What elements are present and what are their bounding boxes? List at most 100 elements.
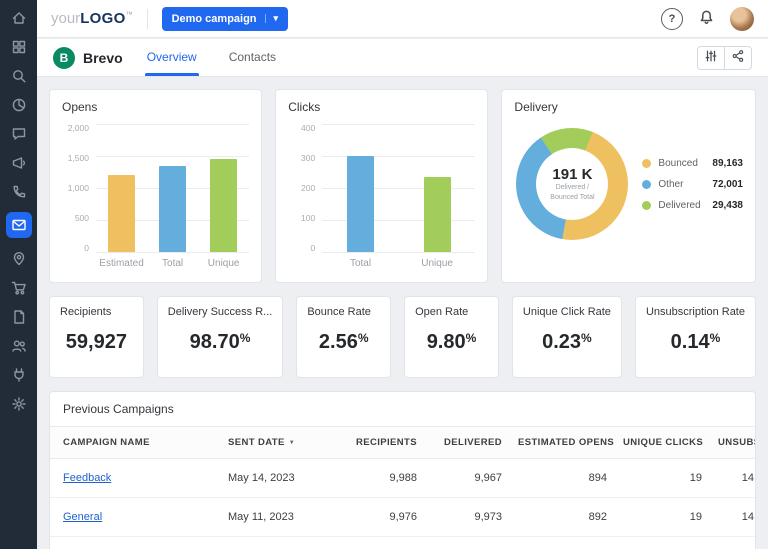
sidebar-item-integrations[interactable] — [6, 366, 32, 383]
sidebar-item-calls[interactable] — [6, 183, 32, 200]
bell-icon — [698, 9, 715, 29]
opens-y-axis: 2,0001,5001,0005000 — [62, 124, 96, 252]
sidebar-item-email[interactable] — [6, 212, 32, 238]
header-divider — [147, 9, 148, 29]
stat-label: Open Rate — [415, 306, 488, 318]
stat-suffix: % — [358, 331, 369, 345]
y-tick-label: 0 — [310, 244, 315, 253]
legend-dot — [642, 159, 651, 168]
user-avatar[interactable] — [730, 7, 754, 31]
sidebar-item-search[interactable] — [6, 67, 32, 84]
logo-trademark: ™ — [126, 11, 133, 18]
sidebar-item-documents[interactable] — [6, 308, 32, 325]
brevo-logo-letter: B — [60, 51, 69, 65]
column-header-1[interactable]: SENT DATE▼ — [220, 427, 340, 459]
stat-value: 0.23% — [523, 331, 611, 354]
help-button[interactable]: ? — [661, 8, 683, 30]
share-icon — [731, 49, 745, 66]
search-icon — [11, 68, 27, 84]
sidebar-item-settings[interactable] — [6, 395, 32, 412]
pie-chart-icon — [11, 97, 27, 113]
charts-row: Opens 2,0001,5001,0005000Estimated TotalU… — [49, 89, 756, 283]
legend-label: Other — [658, 179, 712, 190]
x-tick-label: Estimated — [96, 258, 147, 269]
legend-value: 72,001 — [712, 179, 743, 190]
opens-chart-title: Opens — [62, 100, 249, 114]
campaign-link[interactable]: Feedback — [63, 472, 111, 484]
clicks-bar-chart: 4003002001000TotalUnique — [288, 124, 475, 269]
column-header-3: DELIVERED — [425, 427, 510, 459]
stat-card-2: Bounce Rate2.56% — [296, 296, 391, 378]
gear-icon — [11, 396, 27, 412]
tab-contacts[interactable]: Contacts — [227, 38, 278, 76]
column-header-2: RECIPIENTS — [340, 427, 425, 459]
document-icon — [11, 309, 27, 325]
donut-center: 191 K Delivered / Bounced Total — [536, 148, 608, 220]
sliders-icon — [704, 49, 718, 66]
notifications-button[interactable] — [698, 9, 715, 29]
y-tick-label: 100 — [301, 214, 315, 223]
sidebar-item-home[interactable] — [6, 9, 32, 26]
stat-card-5: Unsubscription Rate0.14% — [635, 296, 756, 378]
cart-icon — [11, 280, 27, 296]
bar-slot — [198, 124, 249, 252]
sidebar-item-chat[interactable] — [6, 125, 32, 142]
mail-icon — [11, 217, 27, 233]
clicks-plot-area: TotalUnique — [322, 124, 475, 269]
clicks-y-axis: 4003002001000 — [288, 124, 322, 252]
filter-button[interactable] — [697, 46, 725, 70]
stat-label: Unique Click Rate — [523, 306, 611, 318]
column-header-0: CAMPAIGN NAME — [50, 427, 220, 459]
sidebar-item-apps[interactable] — [6, 38, 32, 55]
sidebar-item-campaigns[interactable] — [6, 154, 32, 171]
sidebar-item-ecommerce[interactable] — [6, 279, 32, 296]
table-row: FeedbackMay 14, 20239,9889,9678941914 — [50, 459, 756, 498]
megaphone-icon — [11, 155, 27, 171]
table-cell: 894 — [510, 459, 615, 498]
delivery-donut-chart: 191 K Delivered / Bounced Total — [516, 128, 628, 240]
sidebar-item-locations[interactable] — [6, 250, 32, 267]
table-cell: May 11, 2023 — [220, 498, 340, 537]
campaign-link[interactable]: General — [63, 511, 102, 523]
stat-suffix: % — [581, 331, 592, 345]
clicks-chart-card: Clicks 4003002001000TotalUnique — [275, 89, 488, 283]
stat-card-3: Open Rate 9.80% — [404, 296, 499, 378]
bar-slot — [322, 124, 399, 252]
tab-overview[interactable]: Overview — [145, 38, 199, 76]
share-button[interactable] — [724, 46, 752, 70]
table-cell: 9,976 — [340, 498, 425, 537]
tab-bar: Overview Contacts — [145, 38, 306, 76]
bar-slot — [96, 124, 147, 252]
y-tick-label: 200 — [301, 184, 315, 193]
y-tick-label: 2,000 — [68, 124, 89, 133]
stat-label: Bounce Rate — [307, 306, 380, 318]
y-tick-label: 300 — [301, 154, 315, 163]
donut-total-value: 191 K — [552, 166, 592, 183]
legend-value: 29,438 — [712, 200, 743, 211]
table-cell: 19 — [615, 498, 710, 537]
campaign-selector-button[interactable]: Demo campaign ▾ — [162, 7, 289, 31]
stat-value: 0.14% — [646, 331, 745, 354]
chat-icon — [11, 126, 27, 142]
stat-value: 98.70% — [168, 331, 273, 354]
x-tick-label: Unique — [399, 258, 476, 269]
sidebar — [0, 0, 37, 549]
stat-value: 9.80% — [415, 331, 488, 354]
x-tick-label: Unique — [198, 258, 249, 269]
table-cell: 14 — [710, 537, 756, 549]
clicks-x-labels: TotalUnique — [322, 258, 475, 269]
delivery-chart-card: Delivery 191 K Delivered / Bounced Total… — [501, 89, 756, 283]
sidebar-item-analytics[interactable] — [6, 96, 32, 113]
stat-label: Delivery Success R... — [168, 306, 273, 318]
table-cell: May 14, 2023 — [220, 459, 340, 498]
sidebar-item-contacts[interactable] — [6, 337, 32, 354]
opens-bar-unique — [210, 159, 237, 252]
opens-bar-chart: 2,0001,5001,0005000EstimatedTotalUnique — [62, 124, 249, 269]
y-tick-label: 0 — [84, 244, 89, 253]
grid-icon — [11, 39, 27, 55]
table-body: FeedbackMay 14, 20239,9889,9678941914Gen… — [50, 459, 756, 549]
logo-text-main: LOGO — [80, 10, 125, 27]
integration-title: Brevo — [83, 50, 123, 66]
bar-slot — [399, 124, 476, 252]
stat-value: 59,927 — [60, 331, 133, 354]
